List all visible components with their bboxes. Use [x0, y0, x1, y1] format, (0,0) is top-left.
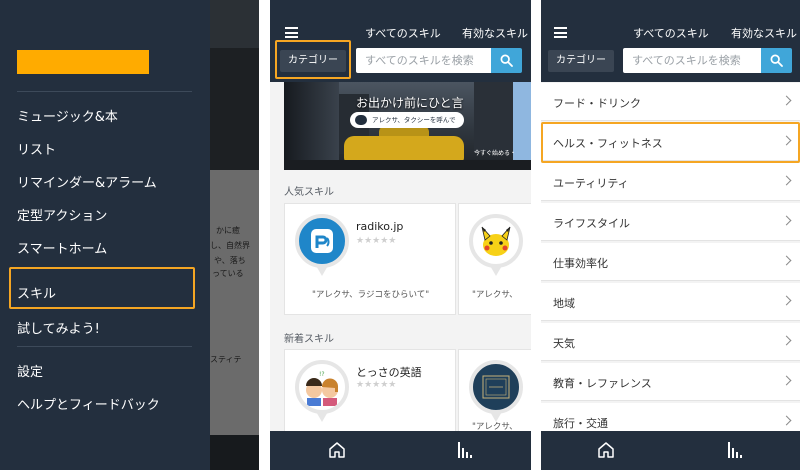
section-title-new: 新着スキル	[284, 334, 334, 345]
divider	[17, 346, 192, 347]
svg-text:!?: !?	[319, 371, 325, 378]
taxi-image	[344, 136, 464, 162]
category-label: 仕事効率化	[553, 257, 608, 270]
category-label: 地域	[553, 297, 575, 310]
menu-icon[interactable]	[554, 27, 567, 38]
skill-utterance: "アレクサ、	[472, 290, 518, 300]
background-banner	[210, 48, 259, 170]
banner-cta[interactable]: 今すぐ始める・	[474, 148, 516, 157]
background-header	[210, 0, 259, 48]
app-header: すべてのスキル 有効なスキル カテゴリー すべてのスキルを検索	[270, 0, 531, 82]
rating-stars: ★★★★★	[356, 236, 397, 246]
category-label: 教育・レファレンス	[553, 377, 652, 390]
menu-icon[interactable]	[285, 27, 298, 38]
tab-enabled-skills[interactable]: 有効なスキル	[731, 25, 797, 41]
divider	[17, 91, 192, 92]
category-item-lifestyle[interactable]: ライフスタイル	[541, 203, 800, 241]
section-title-popular: 人気スキル	[284, 187, 334, 198]
menu-item-help-feedback[interactable]: ヘルプとフィードバック	[17, 394, 160, 413]
tab-all-skills[interactable]: すべてのスキル	[365, 25, 441, 41]
category-label: ライフスタイル	[553, 217, 630, 230]
category-item-productivity[interactable]: 仕事効率化	[541, 243, 800, 281]
category-button[interactable]: カテゴリー	[548, 50, 614, 72]
tab-enabled-skills[interactable]: 有効なスキル	[462, 25, 528, 41]
chevron-right-icon	[781, 95, 792, 106]
skills-home-panel: すべてのスキル 有効なスキル カテゴリー すべてのスキルを検索 お出かけ前にひと…	[270, 0, 531, 470]
background-content: かに癒 し、自然界 や、落ち っている スティテ	[210, 170, 259, 435]
menu-item-reminders-alarms[interactable]: リマインダー&アラーム	[17, 172, 157, 191]
background-text: っている	[212, 269, 244, 278]
search-button[interactable]	[761, 48, 792, 73]
bottom-navigation	[270, 431, 531, 470]
highlight-box	[541, 122, 800, 163]
menu-item-smart-home[interactable]: スマートホーム	[17, 238, 107, 257]
chevron-right-icon	[781, 295, 792, 306]
skill-card[interactable]: radiko.jp ★★★★★ "アレクサ、ラジコをひらいて"	[284, 203, 456, 315]
skill-icon-english: !?	[295, 360, 349, 422]
search-input[interactable]: すべてのスキルを検索	[623, 48, 761, 73]
search-icon	[500, 54, 513, 67]
skill-name: radiko.jp	[356, 220, 404, 233]
category-label: 天気	[553, 337, 575, 350]
side-menu-panel: かに癒 し、自然界 や、落ち っている スティテ ミュージック&本 リスト リマ…	[0, 0, 259, 470]
category-item-local[interactable]: 地域	[541, 283, 800, 321]
search-icon	[770, 54, 783, 67]
skill-card[interactable]: "アレクサ、	[458, 349, 531, 439]
background-text: スティテ	[210, 355, 242, 364]
skill-utterance: "アレクサ、ラジコをひらいて"	[312, 290, 430, 300]
chevron-right-icon	[781, 375, 792, 386]
taxi-icon	[355, 115, 367, 125]
categories-panel: すべてのスキル 有効なスキル カテゴリー すべてのスキルを検索 フード・ドリンク…	[541, 0, 800, 470]
skill-card[interactable]: !? とっさの英語 ★★★★★	[284, 349, 456, 439]
app-header: すべてのスキル 有効なスキル カテゴリー すべてのスキルを検索	[541, 0, 800, 82]
skill-card[interactable]: "アレクサ、	[458, 203, 531, 315]
menu-item-lists[interactable]: リスト	[17, 139, 56, 158]
highlight-box	[275, 40, 351, 79]
search-button[interactable]	[491, 48, 522, 73]
chevron-right-icon	[781, 335, 792, 346]
brand-logo-bar	[17, 50, 149, 74]
category-label: 旅行・交通	[553, 417, 608, 430]
activity-icon[interactable]	[457, 441, 473, 459]
skill-name: とっさの英語	[356, 366, 422, 379]
background-text: し、自然界	[210, 241, 250, 250]
home-icon[interactable]	[328, 441, 346, 459]
menu-item-routines[interactable]: 定型アクション	[17, 205, 107, 224]
skill-icon-pokemon	[469, 214, 523, 276]
chevron-right-icon	[781, 415, 792, 426]
category-item-food-drink[interactable]: フード・ドリンク	[541, 83, 800, 121]
bottom-navigation	[541, 431, 800, 470]
category-item-utility[interactable]: ユーティリティ	[541, 163, 800, 201]
menu-item-skills[interactable]: スキル	[17, 283, 56, 302]
category-label: フード・ドリンク	[553, 97, 641, 110]
menu-item-settings[interactable]: 設定	[17, 361, 43, 380]
chevron-right-icon	[781, 215, 792, 226]
menu-item-music-books[interactable]: ミュージック&本	[17, 106, 118, 125]
search-input[interactable]: すべてのスキルを検索	[356, 48, 491, 73]
skill-icon-radiko	[295, 214, 349, 276]
banner-utterance: アレクサ、タクシーを呼んで	[350, 112, 464, 128]
background-bottom-bar	[210, 435, 259, 470]
category-item-weather[interactable]: 天気	[541, 323, 800, 361]
category-label: ユーティリティ	[553, 177, 629, 190]
home-icon[interactable]	[597, 441, 615, 459]
chevron-right-icon	[781, 175, 792, 186]
background-text: や、落ち	[214, 256, 246, 265]
tab-all-skills[interactable]: すべてのスキル	[633, 25, 709, 41]
skill-icon-card	[469, 360, 523, 422]
chevron-right-icon	[781, 255, 792, 266]
banner-title: お出かけ前にひと言	[356, 96, 464, 110]
category-item-education[interactable]: 教育・レファレンス	[541, 363, 800, 401]
menu-item-try-it[interactable]: 試してみよう!	[17, 318, 100, 337]
rating-stars: ★★★★★	[356, 380, 397, 390]
activity-icon[interactable]	[727, 441, 743, 459]
navigation-drawer: ミュージック&本 リスト リマインダー&アラーム 定型アクション スマートホーム…	[0, 0, 210, 470]
promo-banner[interactable]: お出かけ前にひと言 アレクサ、タクシーを呼んで 今すぐ始める・	[284, 82, 531, 170]
background-text: かに癒	[216, 226, 240, 235]
